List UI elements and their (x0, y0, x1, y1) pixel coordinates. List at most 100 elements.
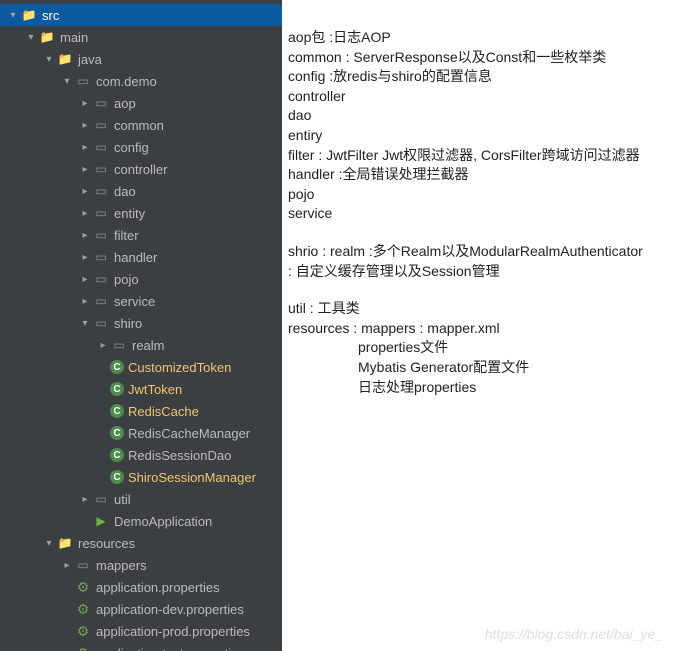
file-application-properties[interactable]: ⚙ application.properties (0, 576, 282, 598)
expand-arrow-icon[interactable] (78, 252, 92, 263)
folder-src-icon: 📁 (20, 8, 38, 22)
package-icon: ▭ (92, 96, 110, 110)
package-icon: ▭ (110, 338, 128, 352)
package-shiro[interactable]: ▭shiro (0, 312, 282, 334)
package-icon: ▭ (74, 74, 92, 88)
tree-label: RedisCache (128, 404, 199, 419)
package-icon: ▭ (92, 118, 110, 132)
expand-arrow-icon[interactable] (78, 230, 92, 241)
package-dao[interactable]: ▭dao (0, 180, 282, 202)
tree-label: mappers (96, 558, 147, 573)
folder-resources[interactable]: 📁 resources (0, 532, 282, 554)
class-redissessiondao[interactable]: C RedisSessionDao (0, 444, 282, 466)
class-jwttoken[interactable]: C JwtToken (0, 378, 282, 400)
folder-main[interactable]: 📁main (0, 26, 282, 48)
folder-src-icon: 📁 (56, 536, 74, 550)
class-rediscache[interactable]: CRedisCache (0, 400, 282, 422)
file-application-prod-properties[interactable]: ⚙ application-prod.properties (0, 620, 282, 642)
package-aop[interactable]: ▭ aop (0, 92, 282, 114)
tree-label: application-prod.properties (96, 624, 250, 639)
file-application-dev-properties[interactable]: ⚙application-dev.properties (0, 598, 282, 620)
tree-label: aop (114, 96, 136, 111)
desc-line: handler :全局错误处理拦截器 (288, 165, 665, 185)
tree-label: main (60, 30, 88, 45)
expand-arrow-icon[interactable] (78, 208, 92, 219)
folder-java[interactable]: 📁java (0, 48, 282, 70)
class-c-icon: C (110, 426, 124, 440)
package-entity[interactable]: ▭entity (0, 202, 282, 224)
expand-arrow-icon[interactable] (78, 274, 92, 285)
tree-label: RedisSessionDao (128, 448, 231, 463)
package-icon: ▭ (92, 228, 110, 242)
expand-arrow-icon[interactable] (78, 164, 92, 175)
desc-line: common : ServerResponse以及Const和一些枚举类 (288, 48, 665, 68)
package-controller[interactable]: ▭controller (0, 158, 282, 180)
folder-mappers[interactable]: ▭ mappers (0, 554, 282, 576)
package-icon: ▭ (92, 206, 110, 220)
package-util[interactable]: ▭util (0, 488, 282, 510)
desc-line: properties文件 (288, 338, 665, 358)
properties-icon: ⚙ (74, 579, 92, 596)
package-icon: ▭ (92, 492, 110, 506)
tree-label: pojo (114, 272, 139, 287)
folder-src[interactable]: 📁src (0, 4, 282, 26)
file-application-test-properties[interactable]: ⚙application-test.properties (0, 642, 282, 651)
properties-icon: ⚙ (74, 601, 92, 618)
tree-label: JwtToken (128, 382, 182, 397)
expand-arrow-icon[interactable] (78, 142, 92, 153)
expand-arrow-icon[interactable] (78, 120, 92, 131)
expand-arrow-icon[interactable] (6, 10, 20, 21)
package-service[interactable]: ▭service (0, 290, 282, 312)
expand-arrow-icon[interactable] (78, 186, 92, 197)
expand-arrow-icon[interactable] (42, 538, 56, 549)
package-filter[interactable]: ▭filter (0, 224, 282, 246)
tree-label: ShiroSessionManager (128, 470, 256, 485)
expand-arrow-icon[interactable] (78, 318, 92, 329)
expand-arrow-icon[interactable] (78, 98, 92, 109)
tree-label: resources (78, 536, 135, 551)
watermark: https://blog.csdn.net/bai_ye_ (485, 625, 663, 645)
package-common[interactable]: ▭ common (0, 114, 282, 136)
spring-icon: ▶ (92, 514, 110, 528)
tree-label: RedisCacheManager (128, 426, 250, 441)
class-c-icon: C (110, 382, 124, 396)
tree-label: DemoApplication (114, 514, 212, 529)
expand-arrow-icon[interactable] (96, 340, 110, 351)
package-icon: ▭ (92, 140, 110, 154)
expand-arrow-icon[interactable] (60, 560, 74, 571)
tree-label: common (114, 118, 164, 133)
class-shirosessionmanager[interactable]: CShiroSessionManager (0, 466, 282, 488)
desc-line: dao (288, 106, 665, 126)
class-customizedtoken[interactable]: C CustomizedToken (0, 356, 282, 378)
class-rediscachemanager[interactable]: C RedisCacheManager (0, 422, 282, 444)
expand-arrow-icon[interactable] (24, 32, 38, 43)
tree-label: com.demo (96, 74, 157, 89)
tree-label: service (114, 294, 155, 309)
properties-icon: ⚙ (74, 645, 92, 651)
class-demoapplication[interactable]: ▶ DemoApplication (0, 510, 282, 532)
package-handler[interactable]: ▭handler (0, 246, 282, 268)
package-icon: ▭ (92, 250, 110, 264)
desc-line: 日志处理properties (288, 378, 665, 398)
desc-line: : 自定义缓存管理以及Session管理 (288, 262, 665, 282)
tree-label: CustomizedToken (128, 360, 231, 375)
desc-line: Mybatis Generator配置文件 (288, 358, 665, 378)
package-com-demo[interactable]: ▭ com.demo (0, 70, 282, 92)
expand-arrow-icon[interactable] (78, 494, 92, 505)
description-pane: aop包 :日志AOPcommon : ServerResponse以及Cons… (282, 0, 673, 651)
tree-label: config (114, 140, 149, 155)
class-c-icon: C (110, 360, 124, 374)
tree-label: application.properties (96, 580, 220, 595)
package-icon: ▭ (74, 558, 92, 572)
properties-icon: ⚙ (74, 623, 92, 640)
package-icon: ▭ (92, 184, 110, 198)
expand-arrow-icon[interactable] (60, 76, 74, 87)
project-tree[interactable]: 📁src📁main📁java▭com.demo▭aop▭common▭confi… (0, 0, 282, 651)
class-c-icon: C (110, 448, 124, 462)
expand-arrow-icon[interactable] (42, 54, 56, 65)
package-realm[interactable]: ▭realm (0, 334, 282, 356)
package-config[interactable]: ▭ config (0, 136, 282, 158)
package-pojo[interactable]: ▭pojo (0, 268, 282, 290)
folder-src-icon: 📁 (56, 52, 74, 66)
expand-arrow-icon[interactable] (78, 296, 92, 307)
